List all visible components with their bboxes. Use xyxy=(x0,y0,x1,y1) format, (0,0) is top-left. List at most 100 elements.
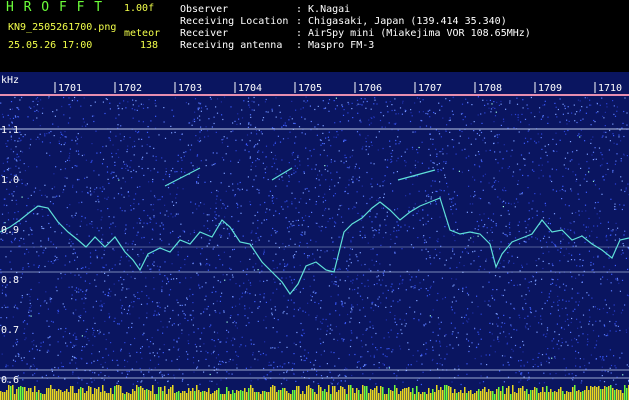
noise-dot xyxy=(350,262,352,264)
noise-dot xyxy=(55,259,57,261)
noise-dot xyxy=(198,360,200,362)
noise-dot xyxy=(57,312,59,314)
footer-strip-bar xyxy=(46,388,48,400)
noise-dot xyxy=(5,366,7,368)
noise-dot xyxy=(120,125,122,127)
noise-dot xyxy=(161,289,163,291)
noise-dot xyxy=(113,197,115,199)
noise-dot xyxy=(154,196,156,198)
noise-dot xyxy=(478,255,480,258)
noise-dot xyxy=(183,151,185,154)
noise-dot xyxy=(425,125,428,127)
noise-dot xyxy=(210,324,212,326)
footer-strip-bar xyxy=(412,388,414,400)
noise-dot xyxy=(438,323,440,325)
noise-dot xyxy=(23,163,25,165)
noise-dot xyxy=(260,353,262,356)
noise-dot xyxy=(339,177,341,179)
noise-dot xyxy=(604,111,606,113)
noise-dot xyxy=(162,332,164,334)
noise-dot xyxy=(276,230,278,233)
noise-dot xyxy=(571,317,573,320)
noise-dot xyxy=(188,334,190,336)
noise-dot xyxy=(26,293,28,296)
noise-dot xyxy=(537,365,539,368)
noise-dot xyxy=(605,131,607,133)
noise-dot xyxy=(432,143,434,145)
noise-dot xyxy=(115,117,117,119)
noise-dot xyxy=(409,120,412,123)
noise-dot xyxy=(188,122,190,124)
noise-dot xyxy=(527,108,529,110)
noise-dot xyxy=(414,311,416,313)
noise-dot xyxy=(371,196,373,198)
noise-dot xyxy=(603,334,606,336)
noise-dot xyxy=(90,192,92,194)
noise-dot xyxy=(266,374,268,376)
noise-dot xyxy=(199,287,201,289)
noise-dot xyxy=(77,150,79,152)
noise-dot xyxy=(313,364,315,366)
noise-dot xyxy=(350,307,352,309)
noise-dot xyxy=(497,196,499,198)
noise-dot xyxy=(96,227,98,229)
noise-dot xyxy=(445,161,447,163)
noise-dot xyxy=(527,187,529,189)
noise-dot xyxy=(377,305,379,308)
noise-dot xyxy=(86,224,88,226)
noise-dot xyxy=(62,366,64,368)
noise-dot xyxy=(123,161,125,163)
footer-strip-bar xyxy=(58,389,60,400)
noise-dot xyxy=(187,340,189,342)
noise-dot xyxy=(163,107,165,109)
noise-dot xyxy=(92,334,94,336)
noise-dot xyxy=(209,373,211,376)
noise-dot xyxy=(36,104,39,106)
noise-dot xyxy=(449,267,451,269)
noise-dot xyxy=(246,144,249,146)
footer-strip-bar xyxy=(146,389,148,400)
noise-dot xyxy=(71,139,73,141)
noise-dot xyxy=(188,103,190,105)
noise-dot xyxy=(412,214,414,216)
noise-dot xyxy=(108,375,110,377)
noise-dot xyxy=(521,264,523,266)
noise-dot xyxy=(212,352,214,354)
noise-dot xyxy=(509,317,511,319)
noise-dot xyxy=(105,348,107,350)
noise-dot xyxy=(29,315,31,317)
noise-dot xyxy=(7,212,9,214)
noise-dot xyxy=(439,151,441,153)
noise-dot xyxy=(352,149,354,151)
noise-dot xyxy=(200,350,202,352)
noise-dot xyxy=(588,323,590,325)
noise-dot xyxy=(439,251,441,254)
noise-dot xyxy=(376,199,378,201)
noise-dot xyxy=(564,374,567,376)
noise-dot xyxy=(304,233,306,235)
noise-dot xyxy=(516,284,519,286)
noise-dot xyxy=(351,178,353,180)
noise-dot xyxy=(62,303,64,305)
footer-strip-bar xyxy=(588,390,590,400)
noise-dot xyxy=(573,231,575,233)
footer-strip-bar xyxy=(190,391,192,400)
noise-dot xyxy=(138,264,141,266)
noise-dot xyxy=(75,338,77,340)
noise-dot xyxy=(375,260,377,262)
noise-dot xyxy=(121,283,123,285)
noise-dot xyxy=(451,201,453,203)
noise-dot xyxy=(615,208,617,210)
noise-dot xyxy=(49,142,51,144)
noise-dot xyxy=(325,207,327,210)
noise-dot xyxy=(450,208,452,211)
noise-dot xyxy=(494,107,496,109)
noise-dot xyxy=(180,267,182,269)
noise-dot xyxy=(245,367,247,369)
noise-dot xyxy=(122,287,124,289)
noise-dot xyxy=(548,236,550,238)
footer-strip-bar xyxy=(250,385,252,400)
noise-dot xyxy=(586,153,588,155)
noise-dot xyxy=(199,262,201,264)
noise-dot xyxy=(315,241,317,243)
